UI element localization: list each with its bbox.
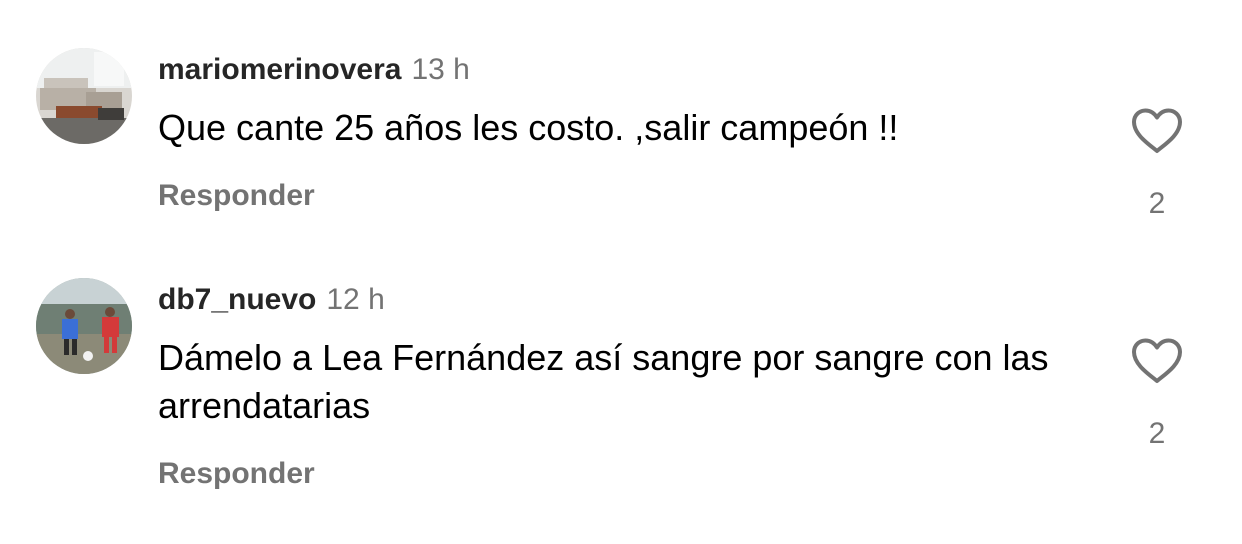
like-count: 2 [1148,187,1166,220]
heart-outline-icon [1130,107,1184,155]
comment-text: Dámelo a Lea Fernández así sangre por sa… [158,337,1049,426]
avatar[interactable] [36,48,132,144]
reply-button[interactable]: Responder [158,178,315,214]
comment-username[interactable]: db7_nuevo [158,283,316,316]
comment-timestamp: 13 h [411,53,470,86]
like-button[interactable] [1130,337,1184,385]
comment-text: Que cante 25 años les costo. ,salir camp… [158,107,899,148]
like-button[interactable] [1130,107,1184,155]
comment-meta: db7_nuevo 12 h [158,282,385,318]
comment-meta: mariomerinovera 13 h [158,52,470,88]
comment-timestamp: 12 h [326,283,385,316]
reply-button[interactable]: Responder [158,456,315,492]
comment-username[interactable]: mariomerinovera [158,53,401,86]
like-count: 2 [1148,417,1166,450]
heart-outline-icon [1130,337,1184,385]
avatar[interactable] [36,278,132,374]
